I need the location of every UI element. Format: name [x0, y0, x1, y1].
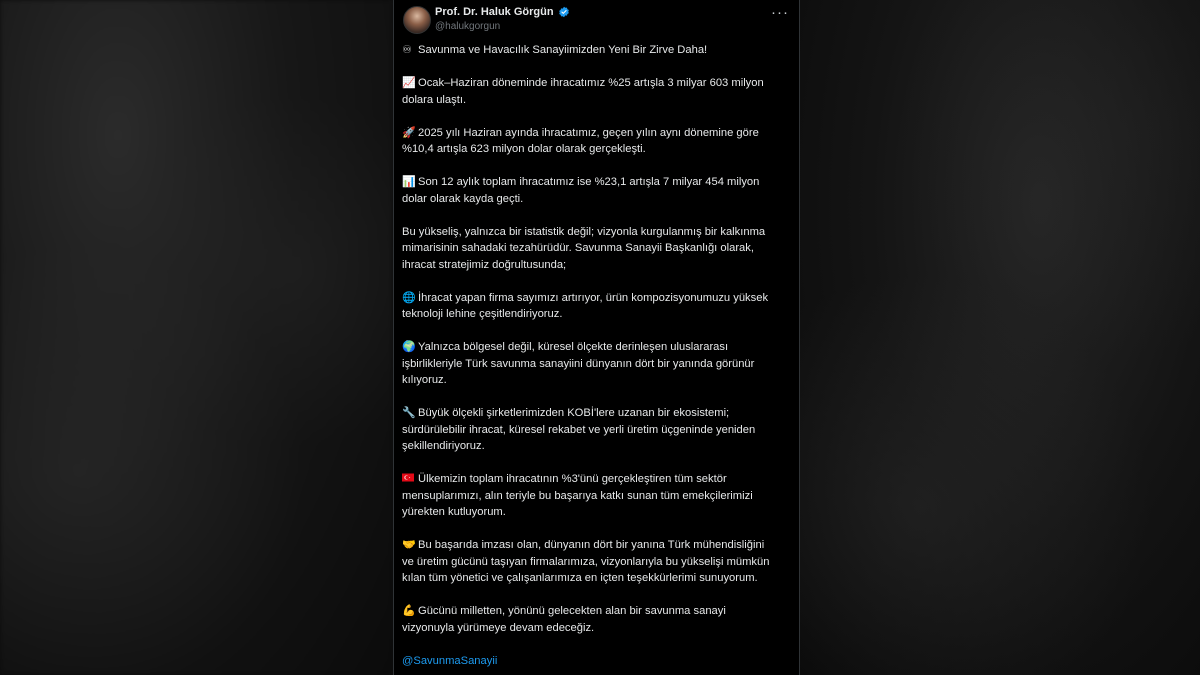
tweet-line: dolar olarak kayda geçti.: [402, 191, 792, 208]
tweet-line: %10,4 artışla 623 milyon dolar olarak ge…: [402, 141, 792, 158]
author-handle[interactable]: @halukgorgun: [435, 21, 500, 32]
tweet-line: ve üretim gücünü taşıyan firmalarımıza, …: [402, 554, 792, 571]
rocket-icon: 🚀: [402, 125, 416, 139]
tweet-line-text: dolara ulaştı.: [402, 93, 467, 106]
tweet-line-text: ve üretim gücünü taşıyan firmalarımıza, …: [402, 555, 770, 568]
globe-earth-icon: 🌍: [402, 340, 416, 353]
mention-link[interactable]: @SavunmaSanayii: [402, 653, 792, 670]
tweet-text: ♾ Savunma ve Havacılık Sanayiimizden Yeni…: [402, 42, 792, 669]
tweet-line: 🌐 İhracat yapan firma sayımızı artırıyor,…: [402, 290, 792, 307]
tweet-line-text: vizyonuyla yürümeye devam edeceğiz.: [402, 621, 595, 634]
tweet-line-text: yürekten kutluyorum.: [402, 506, 506, 518]
handshake-icon: 🤝: [402, 538, 416, 551]
tweet-line-text: Ocak–Haziran döneminde ihracatımız %25 a…: [418, 77, 764, 89]
globe-meridians-icon: 🌐: [402, 290, 416, 304]
author-name[interactable]: Prof. Dr. Haluk Görgün: [435, 6, 554, 18]
tweet-line-text: sürdürülebilir ihracat, küresel rekabet …: [402, 423, 756, 436]
tweet-paragraph: ♾ Savunma ve Havacılık Sanayiimizden Yeni…: [402, 42, 792, 59]
verified-badge-icon: [558, 6, 569, 18]
turkey-flag-icon: [402, 471, 415, 488]
chart-increasing-icon: 📈: [402, 76, 416, 89]
tweet-paragraph: 🌍 Yalnızca bölgesel değil, küresel ölçekt…: [402, 339, 792, 389]
blurred-background-left: [0, 0, 393, 675]
tweet-line-text: kılan tüm yönetici ve çalışanlarımıza en…: [402, 572, 758, 584]
tweet-line: ♾ Savunma ve Havacılık Sanayiimizden Yeni…: [402, 42, 792, 59]
tweet-paragraph: 🌐 İhracat yapan firma sayımızı artırıyor,…: [402, 290, 792, 323]
tweet-line-text: şekillendiriyoruz.: [402, 440, 485, 452]
tweet-line: 🌍 Yalnızca bölgesel değil, küresel ölçekt…: [402, 339, 792, 356]
tweet-line-text: Gücünü milletten, yönünü gelecekten alan…: [418, 605, 726, 617]
author-name-row: Prof. Dr. Haluk Görgün: [435, 6, 570, 18]
tweet-line: kılıyoruz.: [402, 372, 792, 389]
blurred-background-right: [800, 0, 1200, 675]
tweet-line: 📈 Ocak–Haziran döneminde ihracatımız %25 …: [402, 75, 792, 92]
tweet-line: şekillendiriyoruz.: [402, 438, 792, 455]
tweet-line: Bu yükseliş, yalnızca bir istatistik değ…: [402, 224, 792, 241]
tweet-line-text: ihracat stratejimiz doğrultusunda;: [402, 258, 567, 271]
tweet-line-text: kılıyoruz.: [402, 374, 447, 386]
tweet-line-text: 2025 yılı Haziran ayında ihracatımız, ge…: [418, 126, 759, 139]
tweet-line: 🤝 Bu başarıda imzası olan, dünyanın dört …: [402, 537, 792, 554]
tweet-line-text: teknoloji lehine çeşitlendiriyoruz.: [402, 308, 563, 320]
tweet-line: Ülkemizin toplam ihracatının %3'ünü gerç…: [402, 471, 792, 488]
tweet-line-text: dolar olarak kayda geçti.: [402, 192, 524, 205]
tweet-paragraph: 🚀 2025 yılı Haziran ayında ihracatımız, g…: [402, 125, 792, 158]
tweet-line-text: İhracat yapan firma sayımızı artırıyor, …: [418, 291, 769, 304]
tweet-line: 🚀 2025 yılı Haziran ayında ihracatımız, g…: [402, 125, 792, 142]
tweet-line-text: mimarisinin sahadaki tezahürüdür. Savunm…: [402, 242, 754, 254]
flexed-biceps-icon: 💪: [402, 604, 416, 617]
wrench-icon: 🔧: [402, 406, 416, 419]
tweet-line-text: %10,4 artışla 623 milyon dolar olarak ge…: [402, 143, 646, 155]
tweet-line: 💪 Gücünü milletten, yönünü gelecekten ala…: [402, 603, 792, 620]
tweet-line-text: Büyük ölçekli şirketlerimizden KOBİ'lere…: [418, 407, 730, 419]
tweet-paragraph: 💪 Gücünü milletten, yönünü gelecekten ala…: [402, 603, 792, 636]
tweet-paragraph: Ülkemizin toplam ihracatının %3'ünü gerç…: [402, 471, 792, 521]
tweet-line-text: Savunma ve Havacılık Sanayiimizden Yeni …: [418, 44, 708, 56]
tweet-line: ihracat stratejimiz doğrultusunda;: [402, 257, 792, 274]
tweet-line: 📊 Son 12 aylık toplam ihracatımız ise %23…: [402, 174, 792, 191]
tweet-card: Prof. Dr. Haluk Görgün @halukgorgun ··· …: [393, 0, 800, 675]
tweet-paragraph: Bu yükseliş, yalnızca bir istatistik değ…: [402, 224, 792, 274]
tweet-header: Prof. Dr. Haluk Görgün @halukgorgun ···: [394, 0, 799, 40]
tweet-line-text: mensuplarımızı, alın teriyle bu başarıya…: [402, 489, 753, 502]
tweet-line-text: Son 12 aylık toplam ihracatımız ise %23,…: [418, 176, 760, 188]
tweet-paragraph: 🤝 Bu başarıda imzası olan, dünyanın dört …: [402, 537, 792, 587]
bar-chart-icon: 📊: [402, 175, 416, 188]
more-options-icon[interactable]: ···: [771, 4, 789, 21]
tweet-line: teknoloji lehine çeşitlendiriyoruz.: [402, 306, 792, 323]
tweet-line-text: Ülkemizin toplam ihracatının %3'ünü gerç…: [418, 473, 727, 485]
tweet-paragraph: 🔧 Büyük ölçekli şirketlerimizden KOBİ'ler…: [402, 405, 792, 455]
tweet-line-text: Bu yükseliş, yalnızca bir istatistik değ…: [402, 225, 766, 238]
tweet-paragraph: 📈 Ocak–Haziran döneminde ihracatımız %25 …: [402, 75, 792, 108]
tweet-line: mimarisinin sahadaki tezahürüdür. Savunm…: [402, 240, 792, 257]
infinity-icon: ♾: [402, 43, 412, 56]
tweet-line-text: Yalnızca bölgesel değil, küresel ölçekte…: [418, 341, 729, 353]
tweet-line-text: işbirlikleriyle Türk savunma sanayiini d…: [402, 357, 755, 370]
tweet-line: mensuplarımızı, alın teriyle bu başarıya…: [402, 488, 792, 505]
tweet-line: işbirlikleriyle Türk savunma sanayiini d…: [402, 356, 792, 373]
tweet-line: kılan tüm yönetici ve çalışanlarımıza en…: [402, 570, 792, 587]
tweet-line: 🔧 Büyük ölçekli şirketlerimizden KOBİ'ler…: [402, 405, 792, 422]
tweet-line: yürekten kutluyorum.: [402, 504, 792, 521]
tweet-line: dolara ulaştı.: [402, 92, 792, 109]
tweet-line-text: Bu başarıda imzası olan, dünyanın dört b…: [418, 539, 765, 551]
tweet-line: sürdürülebilir ihracat, küresel rekabet …: [402, 422, 792, 439]
tweet-paragraph: 📊 Son 12 aylık toplam ihracatımız ise %23…: [402, 174, 792, 207]
tweet-line: vizyonuyla yürümeye devam edeceğiz.: [402, 620, 792, 637]
avatar[interactable]: [403, 6, 431, 34]
